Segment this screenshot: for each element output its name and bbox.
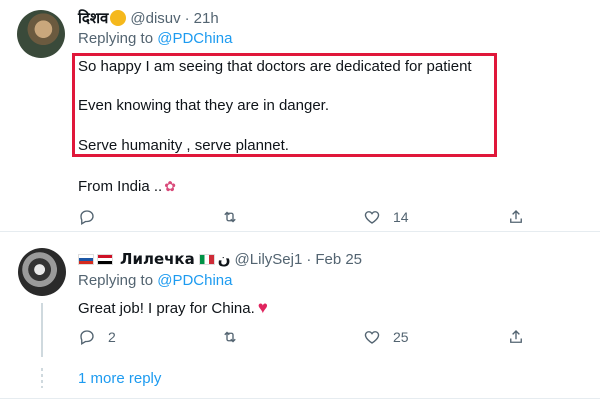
- retweet-button[interactable]: [221, 207, 251, 227]
- thread-line: [41, 303, 43, 357]
- retweet-icon: [224, 211, 236, 223]
- timestamp[interactable]: 21h: [194, 10, 219, 27]
- tweet-header: Лилечка ن @LilySej1 · Feb 25: [78, 250, 362, 268]
- russia-flag-icon: [78, 253, 94, 265]
- replying-to: Replying to @PDChina: [78, 30, 232, 47]
- tweet-text-line: From India .. ✿: [78, 178, 176, 195]
- tweet-text-line: So happy I am seeing that doctors are de…: [78, 58, 472, 75]
- syria-flag-icon: [97, 253, 113, 265]
- share-icon: [510, 210, 522, 223]
- action-bar: 14: [78, 207, 528, 227]
- reply-icon: [80, 210, 94, 225]
- handle[interactable]: @disuv: [130, 10, 180, 27]
- share-button[interactable]: [507, 207, 525, 227]
- tweet-text-body: Great job! I pray for China.: [78, 300, 255, 317]
- tweet-text-line: Even knowing that they are in danger.: [78, 97, 330, 114]
- reply-button[interactable]: [78, 207, 108, 227]
- name-suffix: ن: [217, 250, 231, 268]
- retweet-button[interactable]: [221, 327, 251, 347]
- replying-prefix: Replying to: [78, 30, 158, 47]
- tweet-text-line: Serve humanity , serve plannet.: [78, 137, 289, 154]
- tweet-disuv[interactable]: दिशव @disuv · 21h Replying to @PDChina S…: [0, 0, 600, 231]
- share-icon: [510, 330, 522, 343]
- more-replies-link[interactable]: 1 more reply: [78, 370, 161, 387]
- like-button[interactable]: 14: [363, 207, 409, 227]
- bottom-divider: [0, 398, 600, 399]
- like-count: 14: [393, 209, 409, 225]
- retweet-icon: [224, 331, 236, 343]
- heart-icon: [364, 211, 380, 224]
- handle[interactable]: @LilySej1: [235, 251, 303, 268]
- display-name[interactable]: Лилечка: [120, 250, 195, 268]
- avatar[interactable]: [17, 10, 65, 58]
- heart-icon: [364, 331, 380, 344]
- replying-to: Replying to @PDChina: [78, 272, 232, 289]
- tweet-text-from: From India ..: [78, 178, 163, 195]
- timestamp[interactable]: Feb 25: [315, 251, 362, 268]
- thread-more-dots: [41, 368, 43, 388]
- mention-link[interactable]: @PDChina: [157, 30, 232, 47]
- bouquet-emoji-icon: ✿: [164, 178, 176, 194]
- tweet-text: Great job! I pray for China. ♥: [78, 298, 268, 318]
- like-button[interactable]: 25: [363, 327, 409, 347]
- replying-prefix: Replying to: [78, 272, 158, 289]
- separator-dot: ·: [184, 9, 190, 27]
- reply-button[interactable]: 2: [78, 327, 116, 347]
- reply-count: 2: [108, 329, 116, 345]
- tweet-header: दिशव @disuv · 21h: [78, 8, 219, 28]
- red-heart-emoji-icon: ♥: [257, 298, 268, 317]
- share-button[interactable]: [507, 327, 525, 347]
- action-bar: 2 25: [78, 327, 528, 347]
- reply-icon: [80, 330, 94, 345]
- like-count: 25: [393, 329, 409, 345]
- mention-link[interactable]: @PDChina: [157, 272, 232, 289]
- separator-dot: ·: [306, 250, 312, 268]
- display-name[interactable]: दिशव: [78, 8, 108, 28]
- sun-emoji-icon: [110, 10, 127, 26]
- avatar[interactable]: [18, 248, 66, 296]
- italy-flag-icon: [198, 253, 215, 265]
